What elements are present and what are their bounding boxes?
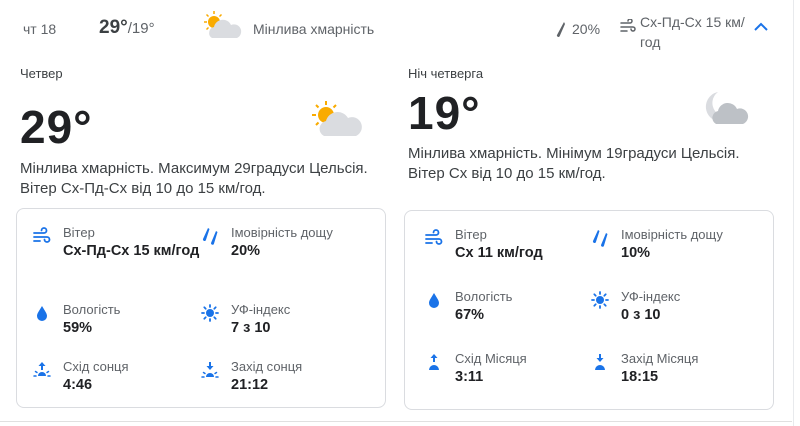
night-moonrise-value: 3:11 (455, 369, 484, 385)
day-panel: Четвер 29° Мінлива хмарність. Максимум 2… (16, 58, 386, 410)
day-humidity-label: Вологість (63, 302, 121, 317)
summary-condition: Мінлива хмарність (253, 21, 375, 37)
divider (0, 421, 792, 422)
night-moonrise-label: Схід Місяця (455, 351, 527, 366)
moon-cloud-icon (705, 92, 749, 124)
summary-wind: Сх-Пд-Сх 15 км/год (640, 14, 745, 50)
night-humidity-label: Вологість (455, 289, 513, 304)
night-humidity-value: 67% (455, 307, 485, 323)
raindrop-icon (592, 230, 608, 247)
summary-day: чт 18 (23, 21, 57, 37)
day-wind-value: Сх-Пд-Сх 15 км/год (63, 243, 200, 259)
chevron-up-icon[interactable] (751, 19, 771, 35)
moonrise-icon (429, 354, 439, 370)
night-uv-label: УФ-індекс (621, 289, 681, 304)
summary-rain-chance: 20% (572, 21, 601, 37)
partly-cloudy-icon (312, 101, 362, 136)
day-description: Мінлива хмарність. Максимум 29градуси Це… (20, 160, 368, 197)
moonset-icon (595, 354, 605, 370)
day-sunset-label: Захід сонця (231, 359, 303, 374)
day-sunset-value: 21:12 (231, 377, 269, 393)
day-temperature: 29° (20, 101, 93, 153)
day-title: Четвер (20, 66, 63, 81)
day-humidity-value: 59% (63, 320, 93, 336)
wind-icon (33, 227, 51, 243)
night-uv-value: 0 з 10 (621, 307, 661, 323)
night-title: Ніч четверга (408, 66, 484, 81)
humidity-icon (37, 306, 47, 321)
sunrise-icon (33, 362, 51, 377)
wind-icon (425, 229, 443, 245)
day-rain-value: 20% (231, 243, 261, 259)
day-wind-label: Вітер (63, 225, 95, 240)
uv-icon (201, 304, 219, 322)
summary-low: /19° (127, 20, 155, 37)
night-moonset-label: Захід Місяця (621, 351, 699, 366)
day-uv-value: 7 з 10 (231, 320, 271, 336)
night-moonset-value: 18:15 (621, 369, 659, 385)
sunset-icon (201, 362, 219, 378)
night-details-card: Вітер Сх 11 км/год Імовірність дощу 10% … (404, 210, 774, 410)
summary-high: 29° (99, 17, 128, 38)
uv-icon (591, 291, 609, 309)
night-wind-label: Вітер (455, 227, 487, 242)
night-wind-value: Сх 11 км/год (455, 245, 543, 261)
partly-cloudy-icon (204, 11, 242, 38)
night-rain-label: Імовірність дощу (621, 227, 723, 242)
day-uv-label: УФ-індекс (231, 302, 291, 317)
day-details-card: Вітер Сх-Пд-Сх 15 км/год Імовірність дощ… (16, 208, 386, 408)
night-panel: Ніч четверга 19° Мінлива хмарність. Міні… (404, 58, 774, 410)
day-sunrise-value: 4:46 (63, 377, 93, 393)
raindrop-icon (556, 22, 565, 37)
night-temperature: 19° (408, 87, 481, 139)
divider (793, 0, 794, 426)
day-summary-row[interactable]: чт 18 29°/19° Мінлива хмарність 20% Сх-П… (0, 0, 800, 58)
day-rain-label: Імовірність дощу (231, 225, 333, 240)
raindrop-icon (202, 228, 218, 245)
wind-icon (620, 19, 636, 32)
humidity-icon (429, 293, 439, 308)
day-sunrise-label: Схід сонця (63, 359, 129, 374)
night-rain-value: 10% (621, 245, 651, 261)
summary-temps: 29°/19° (99, 17, 155, 39)
night-description: Мінлива хмарність. Мінімум 19градуси Цел… (408, 145, 740, 182)
